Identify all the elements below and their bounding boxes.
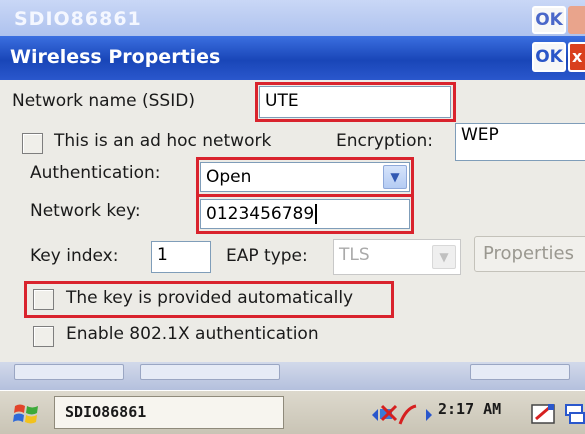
network-key-highlight bbox=[196, 194, 414, 234]
authentication-highlight bbox=[196, 157, 414, 197]
network-icon[interactable] bbox=[366, 402, 422, 428]
volume-icon[interactable] bbox=[424, 405, 434, 425]
dialog-title: Wireless Properties bbox=[10, 46, 221, 68]
background-window-title: SDIO86861 bbox=[14, 8, 142, 30]
ok-button[interactable]: OK bbox=[532, 42, 566, 72]
background-control bbox=[140, 364, 280, 380]
desktop-icon[interactable] bbox=[564, 402, 585, 426]
authentication-label: Authentication: bbox=[30, 163, 161, 183]
key-index-label: Key index: bbox=[30, 246, 119, 266]
key-index-input[interactable]: 1 bbox=[151, 241, 211, 273]
enable-8021x-checkbox[interactable] bbox=[33, 326, 54, 347]
background-control bbox=[14, 364, 124, 380]
key-auto-highlight bbox=[24, 281, 394, 318]
encryption-label: Encryption: bbox=[336, 131, 433, 151]
adhoc-checkbox[interactable] bbox=[22, 133, 43, 154]
eap-type-label: EAP type: bbox=[226, 246, 308, 266]
windows-flag-icon[interactable] bbox=[12, 400, 42, 428]
background-close-button[interactable] bbox=[568, 6, 585, 34]
input-panel-icon[interactable] bbox=[530, 401, 558, 427]
network-name-highlight bbox=[255, 82, 456, 122]
background-control bbox=[470, 364, 570, 380]
adhoc-label: This is an ad hoc network bbox=[54, 131, 272, 151]
eap-dropdown-button[interactable]: ▼ bbox=[432, 245, 456, 269]
close-button[interactable]: x bbox=[568, 42, 585, 72]
clock[interactable]: 2:17 AM bbox=[438, 400, 501, 418]
enable-8021x-label: Enable 802.1X authentication bbox=[66, 324, 319, 344]
properties-button[interactable]: Properties bbox=[474, 236, 585, 272]
network-key-label: Network key: bbox=[30, 201, 141, 221]
taskbar-task-button[interactable]: SDIO86861 bbox=[54, 396, 284, 429]
background-ok-button[interactable]: OK bbox=[532, 6, 566, 34]
encryption-select[interactable]: WEP bbox=[455, 123, 585, 161]
network-name-label: Network name (SSID) bbox=[12, 91, 195, 111]
